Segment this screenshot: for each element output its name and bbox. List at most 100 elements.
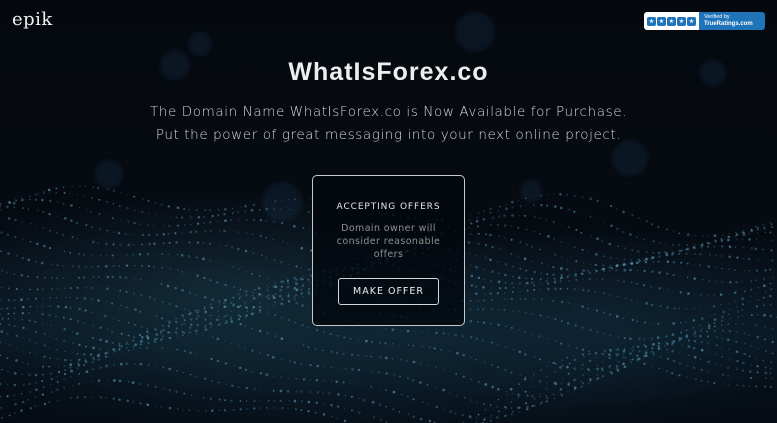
wave-particle <box>750 314 753 317</box>
wave-particle <box>511 200 514 204</box>
wave-particle <box>107 379 109 381</box>
wave-particle <box>218 318 221 321</box>
wave-particle <box>308 288 311 290</box>
wave-particle <box>503 214 506 217</box>
wave-particle <box>491 270 494 273</box>
wave-particle <box>517 310 520 313</box>
landing-page: epik ★ ★ ★ ★ ★ Verified by TrueRatings.c… <box>0 0 777 423</box>
wave-particle <box>288 400 290 402</box>
wave-particle <box>511 309 514 312</box>
wave-particle <box>21 318 23 321</box>
wave-particle <box>85 370 89 373</box>
wave-particle <box>34 330 38 334</box>
wave-particle <box>293 198 296 200</box>
wave-particle <box>300 246 304 250</box>
wave-particle <box>749 323 751 325</box>
wave-particle <box>561 256 563 258</box>
wave-particle <box>287 318 291 322</box>
wave-particle <box>377 327 380 329</box>
wave-particle <box>581 248 584 251</box>
wave-particle <box>196 241 200 244</box>
wave-particle <box>559 277 562 280</box>
wave-particle <box>218 244 220 246</box>
wave-particle <box>132 254 135 256</box>
wave-particle <box>27 311 31 315</box>
wave-particle <box>754 247 758 251</box>
wave-particle <box>483 224 485 227</box>
wave-particle <box>454 333 457 337</box>
trust-badge[interactable]: ★ ★ ★ ★ ★ Verified by TrueRatings.com <box>644 12 765 30</box>
wave-particle <box>609 256 612 259</box>
wave-particle <box>385 406 388 408</box>
wave-particle <box>764 366 767 369</box>
wave-particle <box>559 193 562 196</box>
wave-particle <box>363 398 366 402</box>
wave-particle <box>183 307 186 310</box>
wave-particle <box>470 378 472 380</box>
wave-particle <box>83 253 85 256</box>
wave-particle <box>120 351 123 353</box>
wave-particle <box>587 307 590 310</box>
wave-particle <box>590 263 592 265</box>
wave-particle <box>498 235 501 238</box>
wave-particle <box>678 352 681 354</box>
wave-particle <box>218 398 221 401</box>
wave-particle <box>237 293 240 296</box>
wave-particle <box>742 303 744 306</box>
wave-particle <box>636 282 638 285</box>
wave-particle <box>509 387 513 391</box>
wave-particle <box>560 394 564 397</box>
wave-particle <box>0 203 2 205</box>
wave-particle <box>175 390 178 393</box>
wave-particle <box>716 336 718 338</box>
wave-particle <box>723 238 725 240</box>
wave-particle <box>55 315 58 318</box>
wave-particle <box>279 389 283 393</box>
wave-particle <box>757 299 759 301</box>
wave-particle <box>708 327 711 330</box>
wave-particle <box>252 291 255 295</box>
wave-particle <box>721 281 723 283</box>
wave-particle <box>720 255 723 257</box>
wave-particle <box>58 366 60 368</box>
wave-particle <box>225 340 227 342</box>
wave-particle <box>504 405 506 408</box>
wave-particle <box>736 376 738 378</box>
wave-particle <box>76 238 78 240</box>
wave-particle <box>551 299 555 302</box>
wave-particle <box>678 244 680 246</box>
wave-particle <box>615 208 618 210</box>
wave-particle <box>202 242 205 244</box>
wave-particle <box>168 320 171 324</box>
wave-particle <box>140 278 142 281</box>
wave-particle <box>244 325 246 328</box>
wave-particle <box>105 340 109 343</box>
wave-particle <box>106 229 109 232</box>
wave-particle <box>539 314 542 317</box>
wave-particle <box>530 281 534 285</box>
wave-particle <box>510 298 513 300</box>
wave-particle <box>762 248 765 251</box>
wave-particle <box>196 256 198 259</box>
wave-particle <box>56 375 58 378</box>
wave-particle <box>491 385 495 389</box>
wave-particle <box>477 321 479 323</box>
wave-particle <box>734 246 737 248</box>
epik-logo[interactable]: epik <box>12 9 53 30</box>
wave-particle <box>442 388 446 392</box>
wave-particle <box>400 358 402 361</box>
wave-particle <box>202 396 205 399</box>
wave-particle <box>153 224 155 227</box>
wave-particle <box>118 347 120 349</box>
wave-particle <box>469 264 472 266</box>
wave-particle <box>204 409 207 412</box>
wave-particle <box>162 366 165 369</box>
wave-particle <box>713 329 716 333</box>
make-offer-button[interactable]: MAKE OFFER <box>338 278 439 305</box>
wave-particle <box>244 315 247 318</box>
wave-particle <box>532 386 534 388</box>
wave-particle <box>147 341 149 343</box>
wave-particle <box>503 298 506 301</box>
wave-particle <box>533 215 536 219</box>
wave-particle <box>491 216 495 220</box>
